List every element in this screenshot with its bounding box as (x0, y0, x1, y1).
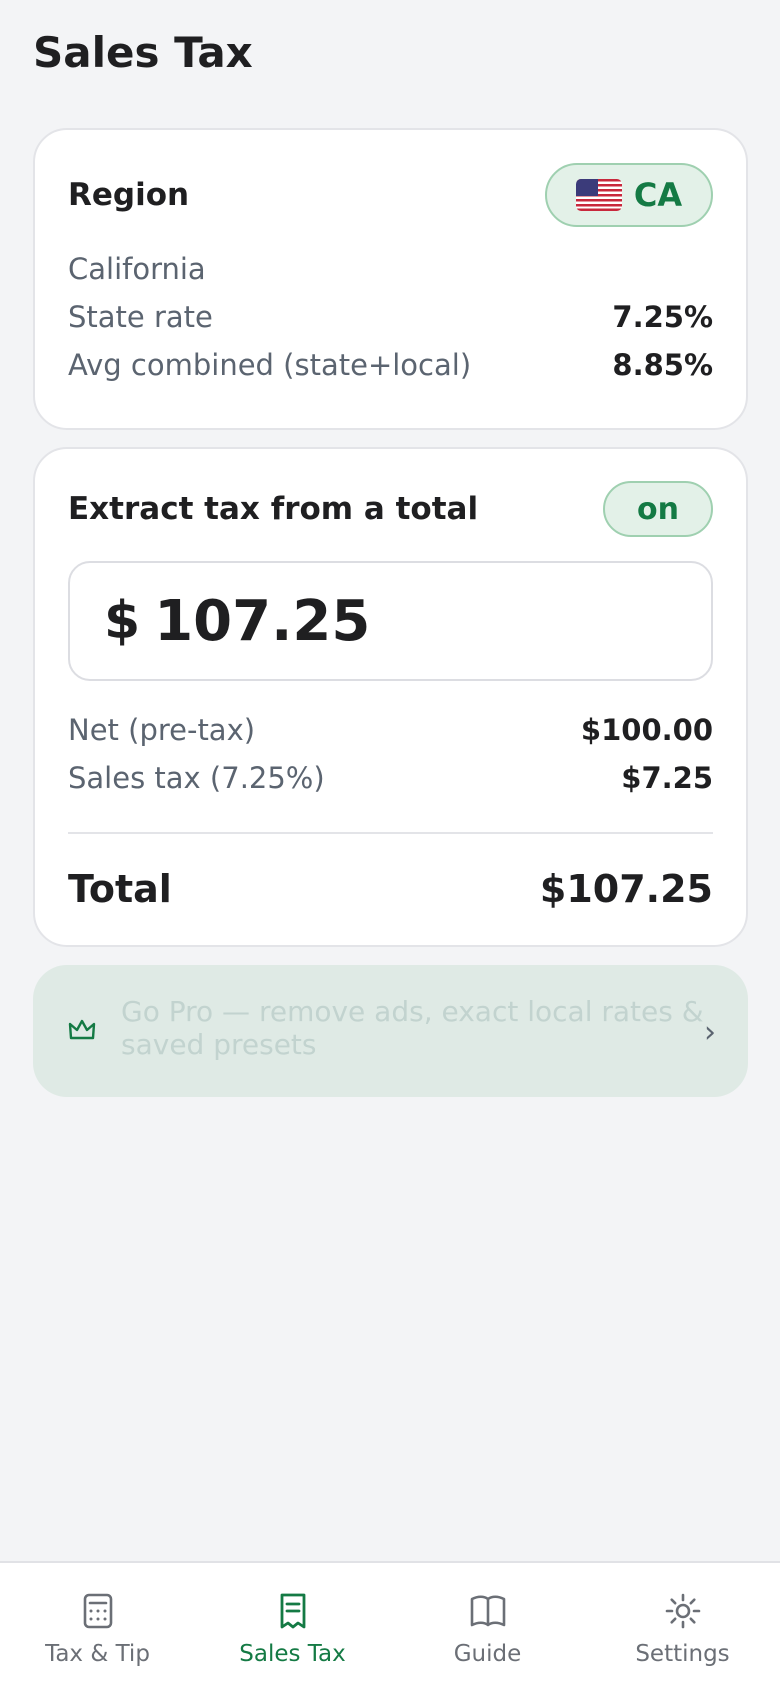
region-card: Region CA California State rate 7.25% Av… (33, 128, 748, 430)
region-card-title: Region (68, 177, 190, 213)
sales-tax-label: Sales tax (7.25%) (68, 761, 325, 795)
total-amount-field[interactable]: $ (68, 561, 713, 681)
tab-settings[interactable]: Settings (585, 1563, 780, 1688)
crown-icon (68, 1019, 96, 1040)
net-value: $100.00 (580, 713, 713, 747)
calculator-icon (83, 1593, 112, 1629)
total-amount-input[interactable] (154, 588, 655, 654)
gear-icon (665, 1593, 700, 1629)
avg-combined-value: 8.85% (612, 348, 713, 382)
sales-tax-screen: Sales Tax Region CA California State rat… (0, 0, 780, 1688)
tab-guide[interactable]: Guide (390, 1563, 585, 1688)
sales-tax-row: Sales tax (7.25%) $7.25 (68, 761, 713, 795)
extract-tax-card: Extract tax from a total on $ Net (pre-t… (33, 447, 748, 947)
chevron-right-icon: › (704, 1015, 716, 1050)
tab-label: Settings (635, 1641, 730, 1667)
go-pro-banner[interactable]: Go Pro — remove ads, exact local rates &… (33, 965, 748, 1097)
extract-card-header: Extract tax from a total on (68, 481, 713, 537)
currency-symbol: $ (104, 591, 141, 651)
us-flag-icon (575, 179, 622, 211)
avg-combined-label: Avg combined (state+local) (68, 348, 472, 382)
sales-tax-value: $7.25 (621, 761, 713, 795)
tab-label: Tax & Tip (45, 1641, 150, 1667)
tab-sales-tax[interactable]: Sales Tax (195, 1563, 390, 1688)
state-rate-label: State rate (68, 300, 213, 334)
tab-label: Sales Tax (239, 1641, 346, 1667)
tab-tax-and-tip[interactable]: Tax & Tip (0, 1563, 195, 1688)
divider (68, 832, 713, 834)
tab-label: Guide (453, 1641, 522, 1667)
page-title: Sales Tax (33, 28, 253, 77)
state-rate-row: State rate 7.25% (68, 300, 713, 334)
region-name-row: California (68, 252, 713, 286)
net-row: Net (pre-tax) $100.00 (68, 713, 713, 747)
total-value: $107.25 (539, 867, 713, 911)
region-card-header: Region CA (68, 162, 713, 228)
net-label: Net (pre-tax) (68, 713, 256, 747)
receipt-icon (280, 1593, 305, 1629)
extract-toggle[interactable]: on (603, 481, 713, 537)
total-label: Total (68, 867, 172, 911)
total-row: Total $107.25 (68, 859, 713, 919)
state-rate-value: 7.25% (612, 300, 713, 334)
avg-combined-row: Avg combined (state+local) 8.85% (68, 348, 713, 382)
extract-card-title: Extract tax from a total (68, 491, 479, 527)
go-pro-text: Go Pro — remove ads, exact local rates &… (121, 995, 704, 1061)
book-icon (470, 1595, 505, 1627)
region-name: California (68, 252, 206, 286)
region-code: CA (633, 176, 683, 214)
bottom-tab-bar: Tax & Tip Sales Tax Guide Settings (0, 1561, 780, 1688)
region-selector-button[interactable]: CA (545, 163, 713, 227)
